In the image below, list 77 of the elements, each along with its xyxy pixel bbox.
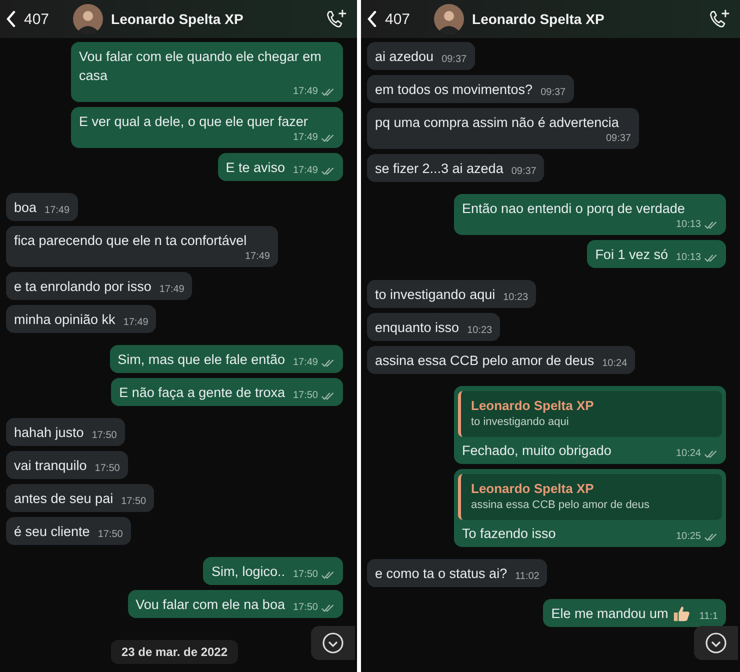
message-text: e ta enrolando por isso [14,278,152,296]
message-time: 10:13 [676,251,701,265]
scroll-down-button[interactable] [311,626,355,660]
message-time: 17:49 [292,131,318,145]
message-text: Vou falar com ele quando ele chegar em casa [79,48,322,85]
message-text: E te aviso [226,159,285,177]
quoted-message[interactable]: Leonardo Spelta XP assina essa CCB pelo amor de deus [458,474,722,520]
message-text: Fechado, muito obrigado [462,442,612,460]
message-text: minha opinião kk [14,311,116,329]
quote-author: Leonardo Spelta XP [471,397,595,414]
message-text: Sim, mas que ele fale então [118,351,285,369]
message-time: 09:37 [511,165,536,179]
message-text: to investigando aqui [375,286,496,304]
message-time: 17:49 [123,316,148,330]
message-text: Então nao entendi o porq de verdade [462,200,686,218]
message-time: 11:1 [699,610,718,624]
avatar-icon[interactable] [434,4,464,34]
message-text: e como ta o status ai? [375,565,508,583]
message-time: 09:37 [606,132,631,146]
message-text: vai tranquilo [14,457,87,475]
message-time: 17:50 [292,568,318,582]
back-chevron-icon [6,11,16,27]
message-text: Vou falar com ele na boa [136,596,285,614]
message-time: 17:50 [92,429,117,443]
message-text: Foi 1 vez só [595,246,668,264]
message-text: E não faça a gente de troxa [119,384,285,402]
add-call-icon[interactable] [325,8,347,30]
contact-name[interactable]: Leonardo Spelta XP [111,11,317,27]
message-time: 17:50 [292,389,318,403]
message-time: 17:50 [292,601,318,615]
add-call-icon[interactable] [708,8,730,30]
message-time: 17:49 [44,204,70,218]
chevron-down-icon [705,632,727,654]
message-time: 11:02 [515,570,540,584]
message-text: ai azedou [375,48,434,66]
back-button[interactable]: 407 [365,8,412,30]
message-text: E ver qual a dele, o que ele quer fazer [79,113,309,131]
message-time: 09:37 [442,53,467,67]
message-time: 17:50 [98,528,123,542]
message-time: 17:50 [94,462,120,476]
message-text: é seu cliente [14,523,90,541]
avatar-icon[interactable] [73,4,104,34]
message-text: enquanto isso [375,319,460,337]
message-time: 09:37 [540,86,566,100]
quote-text: assina essa CCB pelo amor de deus [471,498,651,513]
back-chevron-icon [367,11,377,27]
message-text: Ele me mandou um [551,605,668,623]
back-button[interactable]: 407 [4,8,52,30]
message-time: 10:23 [467,324,492,338]
message-text: boa [14,199,37,217]
message-time: 17:49 [292,164,318,178]
chevron-down-icon [322,632,344,654]
message-time: 17:49 [244,250,270,264]
message-text: assina essa CCB pelo amor de deus [375,352,594,370]
message-time: 17:49 [292,85,318,99]
contact-name[interactable]: Leonardo Spelta XP [472,11,700,27]
message-time: 17:50 [121,495,146,509]
message-text: pq uma compra assim não é advertencia [375,114,620,132]
message-text: em todos os movimentos? [375,81,533,99]
message-time: 10:24 [602,357,628,371]
message-time: 10:24 [676,447,701,461]
message-time: 17:49 [159,283,184,297]
message-time: 10:25 [676,530,701,544]
message-text: hahah justo [14,424,84,442]
quote-author: Leonardo Spelta XP [471,480,595,497]
scroll-down-button[interactable] [694,626,738,660]
quote-text: to investigando aqui [471,415,570,430]
message-text: antes de seu pai [14,490,114,508]
message-text: Sim, logico.. [211,563,285,581]
message-text: To fazendo isso [462,525,557,543]
message-time: 10:13 [676,218,701,232]
date-chip: 23 de mar. de 2022 [111,640,238,664]
message-text: se fizer 2...3 ai azeda [375,160,504,178]
message-time: 10:23 [503,291,528,305]
message-time: 17:49 [292,356,318,370]
message-text: fica parecendo que ele n ta confortável [14,232,248,250]
quoted-message[interactable]: Leonardo Spelta XP to investigando aqui [458,391,722,437]
